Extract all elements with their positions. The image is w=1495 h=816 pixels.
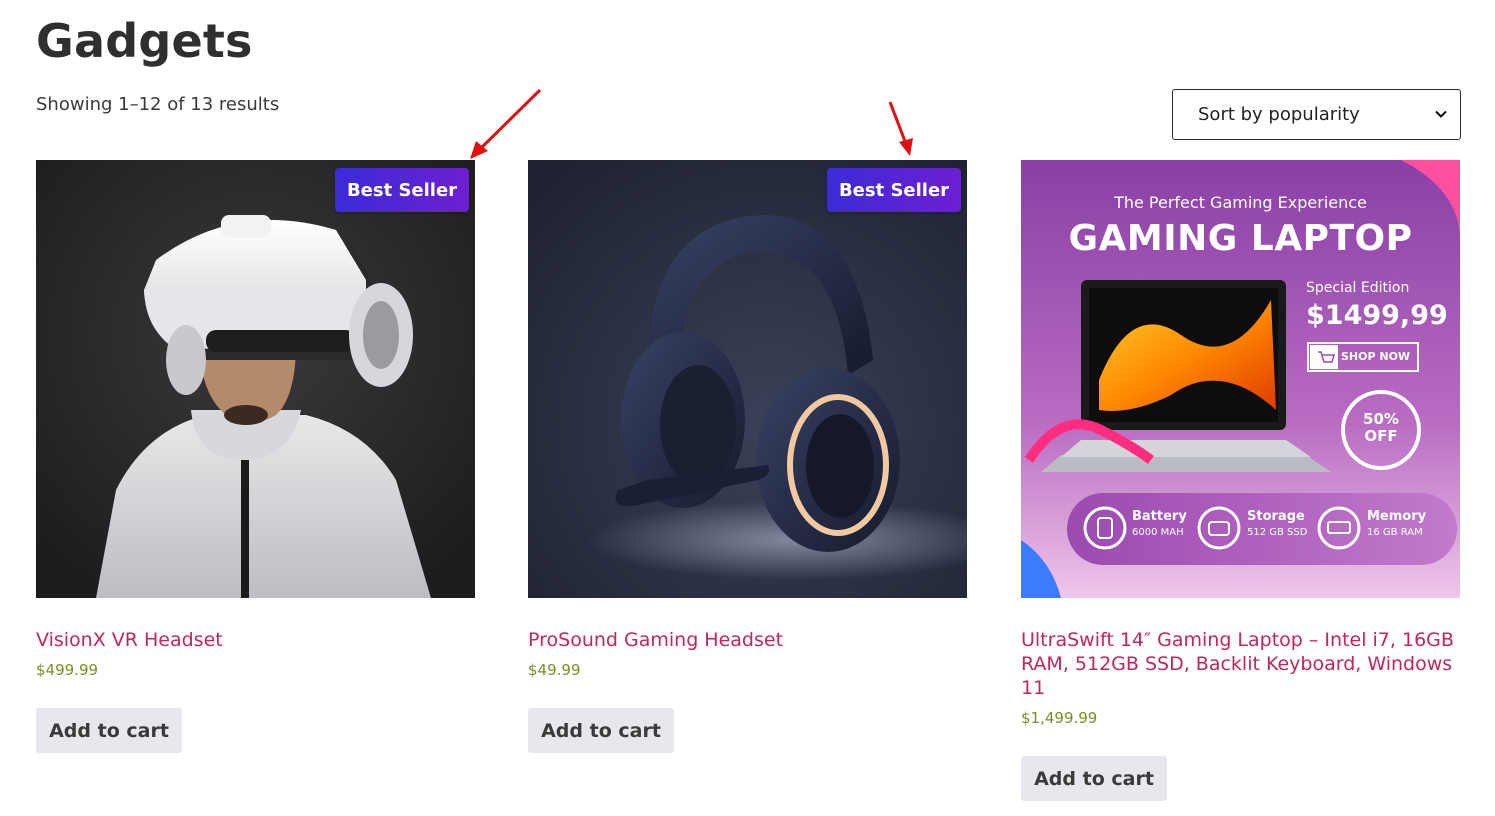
page-title: Gadgets [36,14,253,68]
banner-headline: GAMING LAPTOP [1068,218,1413,259]
chevron-down-icon [1435,110,1447,118]
product-image-vr-headset[interactable]: Best Seller [36,160,475,598]
product-card-gaming-headset: Best Seller ProSound Gaming Headset $49.… [528,160,967,753]
product-title-link[interactable]: ProSound Gaming Headset [528,628,967,652]
sort-select[interactable]: Sort by popularity [1172,89,1461,140]
banner-tagline: The Perfect Gaming Experience [1114,193,1367,212]
banner-discount-label: OFF [1364,427,1398,445]
spec-memory-value: 16 GB RAM [1367,527,1423,538]
product-price: $499.99 [36,661,99,679]
best-seller-badge: Best Seller [827,168,961,212]
vr-headset-photo [36,160,475,598]
best-seller-badge: Best Seller [335,168,469,212]
spec-storage-value: 512 GB SSD [1247,527,1308,538]
annotation-arrow-icon [888,101,913,156]
banner-price: $1499,99 [1306,300,1448,331]
banner-edition: Special Edition [1306,280,1410,296]
product-price: $1,499.99 [1021,709,1098,727]
spec-battery-name: Battery [1132,509,1187,524]
sort-selected-label: Sort by popularity [1198,104,1360,125]
annotation-arrow-icon [470,88,542,159]
add-to-cart-button[interactable]: Add to cart [36,708,182,753]
product-title-link[interactable]: UltraSwift 14″ Gaming Laptop – Intel i7,… [1021,628,1460,700]
banner-discount-value: 50% [1363,410,1399,428]
add-to-cart-button[interactable]: Add to cart [528,708,674,753]
spec-storage-name: Storage [1247,509,1305,524]
spec-battery-value: 6000 MAH [1132,527,1184,538]
product-card-gaming-laptop: The Perfect Gaming Experience GAMING LAP… [1021,160,1460,801]
product-image-gaming-laptop[interactable]: The Perfect Gaming Experience GAMING LAP… [1021,160,1460,598]
result-count: Showing 1–12 of 13 results [36,94,280,115]
banner-shop-now: SHOP NOW [1341,350,1411,363]
product-title-link[interactable]: VisionX VR Headset [36,628,475,652]
product-price: $49.99 [528,661,581,679]
product-card-vr-headset: Best Seller VisionX VR Headset $499.99 A… [36,160,475,753]
spec-memory-name: Memory [1367,509,1427,524]
add-to-cart-button[interactable]: Add to cart [1021,756,1167,801]
product-image-gaming-headset[interactable]: Best Seller [528,160,967,598]
gaming-headset-photo [528,160,967,598]
